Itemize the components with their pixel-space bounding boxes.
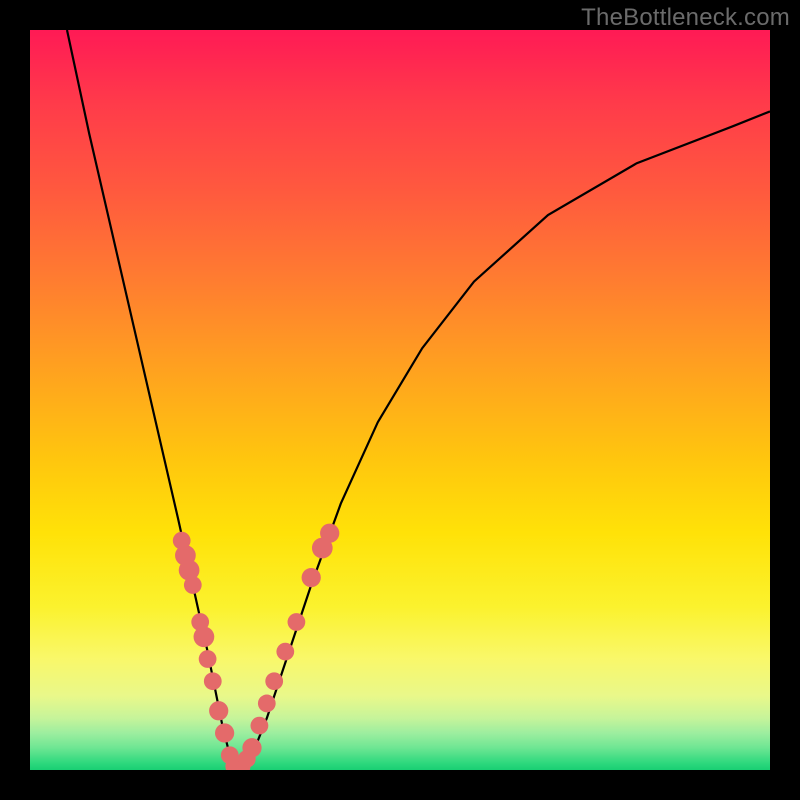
bottleneck-curve [67,30,770,770]
plot-area [30,30,770,770]
marker-dot [209,701,228,720]
marker-dots [173,524,340,770]
marker-dot [204,672,222,690]
marker-dot [265,672,283,690]
marker-dot [320,524,339,543]
marker-dot [184,576,202,594]
marker-dot [194,626,215,647]
marker-dot [276,643,294,661]
marker-dot [215,723,234,742]
marker-dot [251,717,269,735]
curve-svg [30,30,770,770]
marker-dot [242,738,261,757]
marker-dot [199,650,217,668]
marker-dot [288,613,306,631]
marker-dot [258,695,276,713]
chart-frame: TheBottleneck.com [0,0,800,800]
watermark-text: TheBottleneck.com [581,4,790,32]
marker-dot [302,568,321,587]
